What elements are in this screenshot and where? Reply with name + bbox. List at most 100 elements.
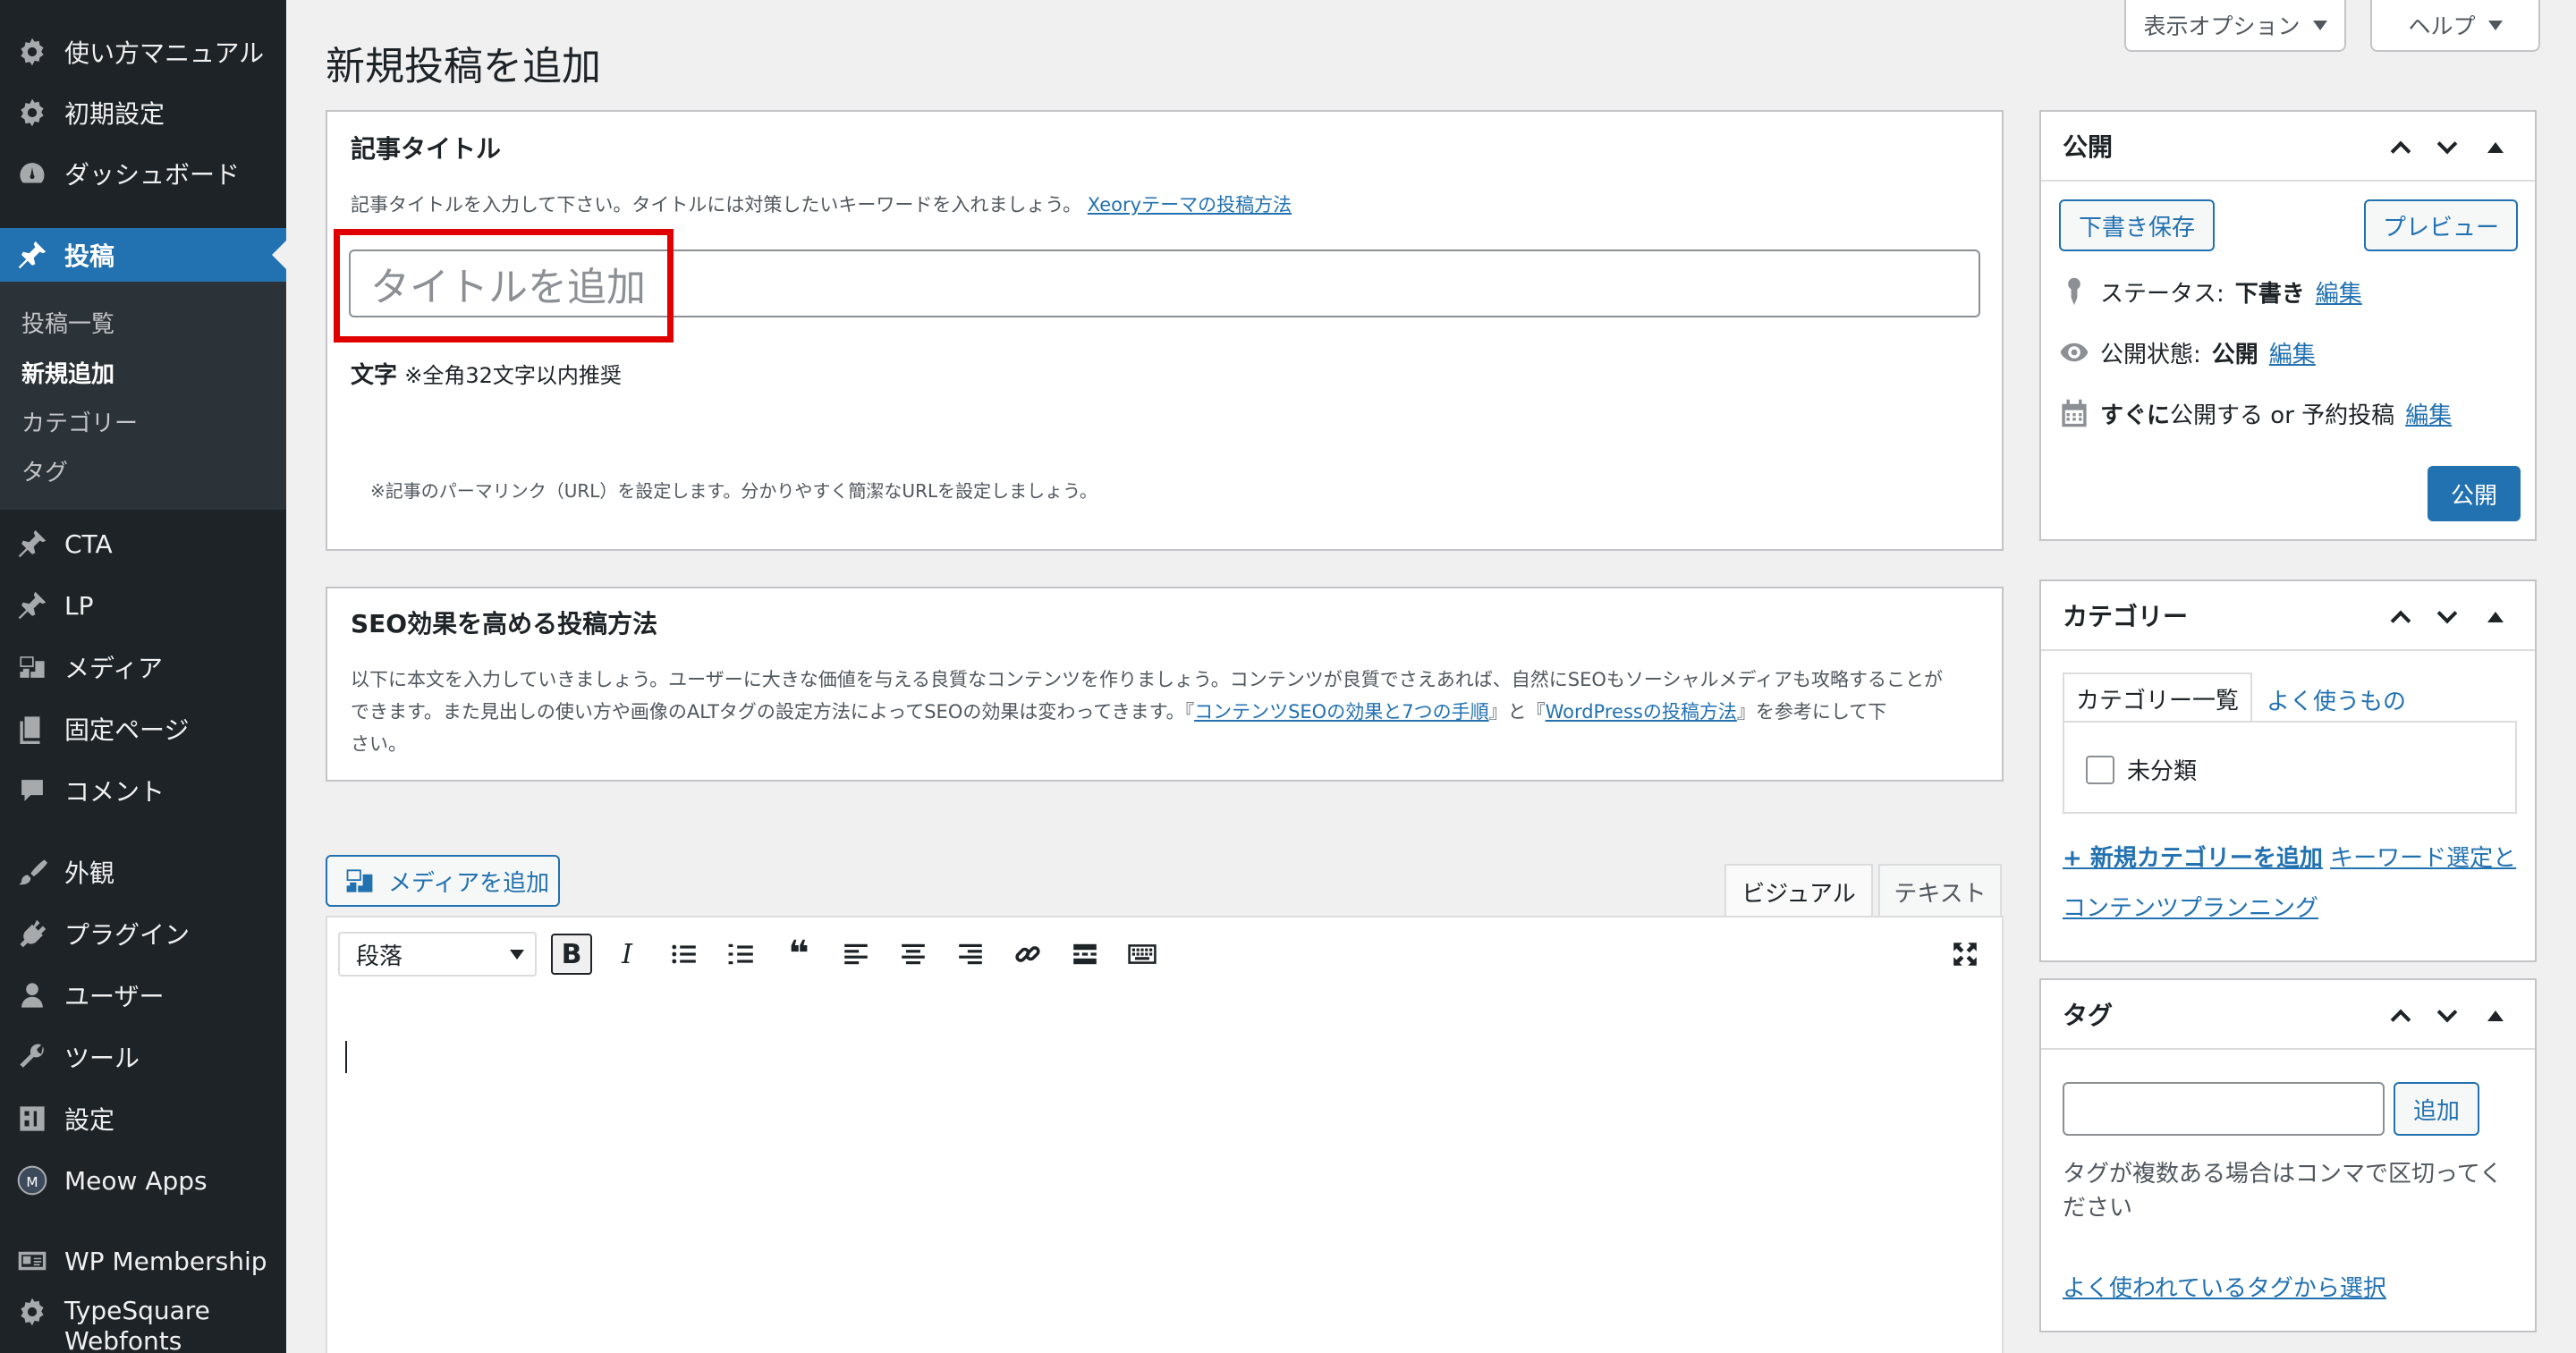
move-up-button[interactable] [2385,1000,2417,1032]
sidebar-item-3[interactable]: ダッシュボード [0,147,286,200]
sidebar-item-label: CTA [64,529,113,559]
bold-icon: B [561,938,582,970]
insert-link-button[interactable] [1007,934,1048,975]
calendar-icon [2062,399,2087,427]
tab-text[interactable]: テキスト [1878,864,2002,918]
category-item: 未分類 [2086,753,2197,786]
sidebar-item-2[interactable]: 初期設定 [0,86,286,140]
category-box: カテゴリー カテゴリー一覧 よく使うもの 未分類 + 新規カテゴリーを追加 キー… [2039,579,2537,962]
publish-box-title: 公開 [2063,132,2114,162]
move-down-button[interactable] [2431,131,2463,164]
chevron-up-icon [2390,140,2411,162]
submenu-all-posts[interactable]: 投稿一覧 [21,306,114,339]
title-panel-heading: 記事タイトル [351,134,502,164]
align-right-icon [959,943,982,965]
pin-icon [16,589,48,622]
italic-icon: I [622,938,632,970]
sidebar-item-5[interactable]: CTA [0,517,286,571]
add-new-category-link[interactable]: + 新規カテゴリーを追加 [2063,845,2323,872]
sidebar-item-6[interactable]: LP [0,579,286,632]
sidebar-item-10[interactable]: 外観 [0,845,286,899]
move-up-button[interactable] [2385,131,2417,164]
format-select[interactable]: 段落 [338,932,537,977]
screen-options-button[interactable]: 表示オプション [2124,0,2346,52]
sidebar-item-label: 固定ページ [64,715,190,745]
xeory-howto-link[interactable]: Xeoryテーマの投稿方法 [1088,194,1292,216]
edit-schedule-link[interactable]: 編集 [2405,397,2452,430]
save-draft-button[interactable]: 下書き保存 [2059,199,2215,251]
sidebar-item-label: ツール [64,1044,140,1073]
fullscreen-button[interactable] [1945,934,1986,975]
wordpress-post-link[interactable]: WordPressの投稿方法 [1546,701,1737,723]
add-media-button[interactable]: メディアを追加 [326,855,560,907]
gear-icon [16,1296,48,1328]
content-seo-link[interactable]: コンテンツSEOの効果と7つの手順 [1194,701,1489,723]
bold-button[interactable]: B [551,934,592,975]
toggle-panel-button[interactable] [2479,601,2512,633]
sidebar-item-1[interactable]: 使い方マニュアル [0,25,286,79]
keyboard-icon [1128,944,1157,964]
submenu-add-new[interactable]: 新規追加 [21,356,114,389]
bullet-list-button[interactable] [664,934,705,975]
numbered-list-button[interactable] [721,934,762,975]
dashboard-icon [16,157,48,190]
pin-icon [16,239,48,271]
align-center-button[interactable] [893,934,934,975]
post-status-row: ステータス: 下書き 編集 [2059,274,2362,309]
keyword-planning-link[interactable]: キーワード選定と [2330,845,2516,872]
visibility-row: 公開状態: 公開 編集 [2059,334,2316,370]
sidebar-item-label: 投稿 [64,241,115,271]
editor-toolbar: 段落 B I ❝ [326,916,2004,989]
submenu-categories[interactable]: カテゴリー [21,405,138,438]
tab-popular-categories[interactable]: よく使うもの [2267,683,2406,716]
plugin-icon [16,918,48,950]
edit-visibility-link[interactable]: 編集 [2269,336,2316,369]
sidebar-item-8[interactable]: 固定ページ [0,702,286,756]
move-down-button[interactable] [2431,601,2463,633]
help-button[interactable]: ヘルプ [2370,0,2540,52]
sidebar-item-label: WP Membership [64,1246,267,1276]
chevron-up-icon [2390,610,2411,631]
preview-button[interactable]: プレビュー [2364,199,2518,251]
sidebar-item-17[interactable]: TypeSquare Webfonts [0,1296,286,1353]
sidebar-item-4[interactable]: 投稿 [0,228,286,282]
move-up-button[interactable] [2385,601,2417,633]
sidebar-item-16[interactable]: WP Membership [0,1234,286,1288]
content-planning-link[interactable]: コンテンツプランニング [2063,895,2318,922]
tab-all-categories[interactable]: カテゴリー一覧 [2063,672,2252,723]
page-icon [16,713,48,745]
sidebar-item-7[interactable]: メディア [0,640,286,694]
post-content-editor[interactable] [326,987,2004,1353]
sidebar-item-12[interactable]: ユーザー [0,968,286,1022]
collapse-arrow-icon [2487,1011,2504,1021]
align-center-icon [902,943,925,965]
toolbar-toggle-button[interactable] [1122,934,1163,975]
edit-status-link[interactable]: 編集 [2316,275,2362,309]
align-left-button[interactable] [835,934,877,975]
sidebar-item-label: ユーザー [64,982,165,1011]
category-checkbox[interactable] [2086,755,2114,784]
tab-visual[interactable]: ビジュアル [1724,864,1873,918]
sidebar-item-14[interactable]: 設定 [0,1092,286,1146]
sidebar-item-13[interactable]: ツール [0,1030,286,1084]
submenu-tags[interactable]: タグ [21,454,68,487]
toggle-panel-button[interactable] [2479,1000,2512,1032]
read-more-button[interactable] [1064,934,1106,975]
add-tag-button[interactable]: 追加 [2394,1082,2479,1136]
align-right-button[interactable] [950,934,991,975]
choose-popular-tags-link[interactable]: よく使われているタグから選択 [2063,1270,2386,1303]
link-icon [1015,946,1040,962]
sidebar-item-11[interactable]: プラグイン [0,907,286,960]
sidebar-item-9[interactable]: コメント [0,764,286,817]
sidebar-item-15[interactable]: M Meow Apps [0,1154,286,1207]
toggle-panel-button[interactable] [2479,131,2512,164]
comment-icon [16,774,48,807]
chevron-down-icon [2436,1002,2458,1023]
seo-description: 以下に本文を入力していきましょう。ユーザーに大きな価値を与える良質なコンテンツを… [351,669,1944,755]
tag-input[interactable] [2063,1082,2385,1136]
blockquote-button[interactable]: ❝ [778,934,819,975]
publish-button[interactable]: 公開 [2428,466,2521,521]
italic-button[interactable]: I [606,934,648,975]
eye-icon [2060,342,2089,362]
move-down-button[interactable] [2431,1000,2463,1032]
